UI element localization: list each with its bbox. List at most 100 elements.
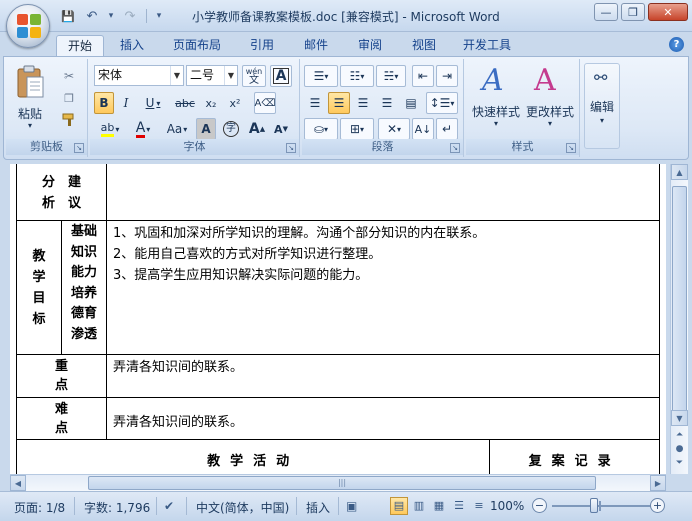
- bold-button[interactable]: B: [94, 92, 114, 114]
- subscript-button[interactable]: x₂: [200, 92, 222, 114]
- italic-button[interactable]: I: [116, 92, 136, 114]
- language-indicator[interactable]: 中文(简体，中国): [196, 499, 289, 516]
- help-button[interactable]: ?: [669, 37, 684, 52]
- shrink-font-button[interactable]: A ▼: [270, 118, 292, 140]
- proofing-status[interactable]: ✔: [164, 499, 174, 513]
- tab-developer[interactable]: 开发工具: [456, 35, 518, 57]
- tab-mailings[interactable]: 邮件: [294, 35, 338, 57]
- font-color-button[interactable]: A ▾: [128, 118, 158, 140]
- analysis-suggestion-content[interactable]: [105, 164, 661, 221]
- customize-qat-button[interactable]: ▾: [153, 7, 165, 25]
- numbering-button[interactable]: ☷ ▾: [340, 65, 374, 87]
- tab-view[interactable]: 视图: [402, 35, 446, 57]
- scroll-left-button[interactable]: ◀: [10, 475, 26, 491]
- increase-indent-button[interactable]: ⇥: [436, 65, 458, 87]
- align-left-button[interactable]: ☰: [304, 92, 326, 114]
- tab-page-layout[interactable]: 页面布局: [164, 35, 230, 57]
- previous-page-button[interactable]: ⏶: [674, 430, 685, 441]
- change-styles-button[interactable]: A 更改样式 ▾: [524, 63, 576, 135]
- paragraph-launcher-button[interactable]: ↘: [450, 143, 460, 153]
- zoom-level[interactable]: 100%: [490, 499, 524, 513]
- superscript-button[interactable]: x²: [224, 92, 246, 114]
- format-painter-button[interactable]: [58, 109, 80, 131]
- horizontal-scrollbar[interactable]: ◀ ||| ▶: [10, 474, 666, 491]
- distributed-icon: ▤: [405, 96, 417, 110]
- copy-button[interactable]: ❐: [58, 87, 80, 109]
- draft-view-button[interactable]: ≡: [470, 497, 488, 515]
- next-page-button[interactable]: ⏷: [674, 458, 685, 469]
- macro-record-button[interactable]: ▣: [346, 499, 357, 513]
- align-center-button[interactable]: ☰: [328, 92, 350, 114]
- document-page[interactable]: 分 建 析 议 教 学 目 标 基础 知识 能力 培养 德育 渗透 1、巩固和加…: [10, 164, 666, 474]
- chevron-down-icon: ▾: [394, 71, 399, 81]
- tab-insert[interactable]: 插入: [110, 35, 154, 57]
- decrease-indent-button[interactable]: ⇤: [412, 65, 434, 87]
- difficulty-content[interactable]: 弄清各知识间的联系。: [105, 397, 661, 440]
- styles-launcher-button[interactable]: ↘: [566, 143, 576, 153]
- grow-font-button[interactable]: A ▲: [246, 118, 268, 140]
- scroll-right-button[interactable]: ▶: [650, 475, 666, 491]
- word-count[interactable]: 字数: 1,796: [84, 499, 150, 516]
- shrink-font-icon: A: [274, 122, 283, 136]
- font-size-combo[interactable]: 二号 ▼: [186, 65, 238, 86]
- tab-home[interactable]: 开始: [56, 35, 104, 57]
- minimize-button[interactable]: —: [594, 3, 618, 21]
- restore-button[interactable]: ❐: [621, 3, 645, 21]
- cut-button[interactable]: ✂: [58, 65, 80, 87]
- clear-formatting-button[interactable]: A⌫: [254, 92, 276, 114]
- page-count[interactable]: 页面: 1/8: [14, 499, 65, 516]
- zoom-slider-thumb[interactable]: [590, 498, 598, 513]
- horizontal-scroll-thumb[interactable]: |||: [88, 476, 596, 490]
- full-screen-reading-button[interactable]: ▥: [410, 497, 428, 515]
- sort-button[interactable]: A↓: [412, 118, 434, 140]
- clipboard-launcher-button[interactable]: ↘: [74, 143, 84, 153]
- tab-references[interactable]: 引用: [240, 35, 284, 57]
- quick-styles-button[interactable]: A 快速样式 ▾: [470, 63, 522, 135]
- web-layout-button[interactable]: ▦: [430, 497, 448, 515]
- font-name-combo[interactable]: 宋体 ▼: [94, 65, 184, 86]
- quick-styles-icon: A: [482, 63, 504, 98]
- paste-button[interactable]: 粘贴 ▾: [12, 63, 48, 133]
- show-marks-button[interactable]: ↵: [436, 118, 458, 140]
- justify-button[interactable]: ☰: [376, 92, 398, 114]
- strikethrough-button[interactable]: abc: [172, 92, 198, 114]
- pinyin-guide-button[interactable]: wén 文: [242, 65, 266, 87]
- scroll-down-button[interactable]: ▼: [671, 410, 688, 426]
- redo-button[interactable]: ↷: [120, 7, 140, 25]
- vertical-scrollbar[interactable]: ▲ ▼ ⏶ ● ⏷: [670, 164, 688, 474]
- char-shading-button[interactable]: A: [196, 118, 216, 140]
- distributed-button[interactable]: ▤: [400, 92, 422, 114]
- zoom-in-button[interactable]: +: [650, 498, 665, 513]
- key-point-content[interactable]: 弄清各知识间的联系。: [105, 354, 661, 398]
- scroll-up-button[interactable]: ▲: [671, 164, 688, 180]
- enclose-chars-button[interactable]: 字: [220, 118, 242, 140]
- editing-button[interactable]: ⚯ 编辑 ▾: [584, 63, 620, 149]
- line-spacing-button[interactable]: ↕☰ ▾: [426, 92, 458, 114]
- teaching-goal-content[interactable]: 1、巩固和加深对所学知识的理解。沟通个部分知识的内在联系。 2、能用自己喜欢的方…: [105, 220, 661, 355]
- zoom-out-button[interactable]: −: [532, 498, 547, 513]
- outline-view-button[interactable]: ☰: [450, 497, 468, 515]
- multilevel-list-button[interactable]: ☵ ▾: [376, 65, 406, 87]
- bullets-button[interactable]: ☰ ▾: [304, 65, 338, 87]
- save-button[interactable]: 💾: [58, 7, 78, 25]
- shading-button[interactable]: ⛀ ▾: [304, 118, 338, 140]
- zoom-slider-track[interactable]: [552, 505, 652, 507]
- change-case-button[interactable]: Aa ▾: [160, 118, 194, 140]
- close-button[interactable]: ✕: [648, 3, 688, 21]
- align-right-button[interactable]: ☰: [352, 92, 374, 114]
- office-button[interactable]: [6, 4, 50, 48]
- char-border-button[interactable]: A: [270, 65, 292, 87]
- print-layout-view-button[interactable]: ▤: [390, 497, 408, 515]
- highlight-button[interactable]: ab ▾: [94, 118, 126, 140]
- tab-review[interactable]: 审阅: [348, 35, 392, 57]
- underline-button[interactable]: U ▾: [138, 92, 168, 114]
- undo-button[interactable]: ↶: [82, 7, 102, 25]
- select-browse-object-button[interactable]: ●: [674, 444, 685, 455]
- undo-dropdown-button[interactable]: ▾: [106, 7, 116, 25]
- vertical-scroll-thumb[interactable]: [672, 186, 687, 416]
- insert-mode-indicator[interactable]: 插入: [306, 499, 330, 516]
- borders-button[interactable]: ⊞ ▾: [340, 118, 374, 140]
- chevron-down-icon: ▾: [324, 124, 329, 134]
- chinese-layout-button[interactable]: ✕ ▾: [378, 118, 410, 140]
- font-launcher-button[interactable]: ↘: [286, 143, 296, 153]
